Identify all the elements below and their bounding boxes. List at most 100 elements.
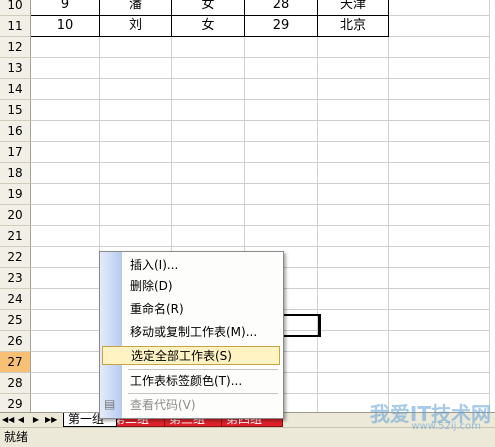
grid-cell[interactable]	[318, 142, 389, 163]
grid-cell[interactable]	[31, 289, 100, 310]
grid-cell[interactable]	[389, 142, 490, 163]
grid-cell[interactable]	[318, 121, 389, 142]
row-header[interactable]: 10	[0, 0, 31, 16]
grid-cell[interactable]	[245, 79, 318, 100]
grid-cell[interactable]	[389, 121, 490, 142]
grid-cell[interactable]	[31, 373, 100, 394]
grid-cell[interactable]	[31, 37, 100, 58]
grid-cell[interactable]: 28	[245, 0, 318, 16]
grid-cell[interactable]	[318, 289, 389, 310]
grid-cell[interactable]	[318, 247, 389, 268]
grid-cell[interactable]	[245, 142, 318, 163]
grid-cell[interactable]	[172, 100, 245, 121]
grid-cell[interactable]	[389, 184, 490, 205]
row-header[interactable]: 13	[0, 58, 31, 79]
grid-cell[interactable]	[389, 0, 490, 16]
menu-delete[interactable]: 删除(D)	[124, 277, 280, 296]
grid-cell[interactable]	[31, 184, 100, 205]
grid-cell[interactable]	[318, 37, 389, 58]
grid-cell[interactable]	[318, 184, 389, 205]
grid-cell[interactable]	[389, 226, 490, 247]
menu-move-copy[interactable]: 移动或复制工作表(M)...	[124, 323, 280, 342]
grid-cell[interactable]	[172, 226, 245, 247]
grid-cell[interactable]	[100, 205, 172, 226]
grid-cell[interactable]	[389, 352, 490, 373]
grid-cell[interactable]: 10	[31, 16, 100, 37]
grid-cell[interactable]	[31, 79, 100, 100]
grid-cell[interactable]	[31, 163, 100, 184]
grid-cell[interactable]	[389, 268, 490, 289]
row-header[interactable]: 16	[0, 121, 31, 142]
grid-cell[interactable]	[172, 58, 245, 79]
grid-cell[interactable]	[31, 205, 100, 226]
grid-cell[interactable]	[318, 100, 389, 121]
grid-cell[interactable]	[389, 100, 490, 121]
grid-cell[interactable]: 北京	[318, 16, 389, 37]
first-sheet-nav-icon[interactable]: ◀◀	[2, 414, 14, 426]
grid-cell[interactable]	[318, 373, 389, 394]
grid-cell[interactable]	[100, 184, 172, 205]
grid-cell[interactable]	[172, 142, 245, 163]
grid-cell[interactable]: 女	[172, 0, 245, 16]
menu-rename[interactable]: 重命名(R)	[124, 300, 280, 319]
grid-cell[interactable]	[389, 331, 490, 352]
row-header[interactable]: 18	[0, 163, 31, 184]
grid-cell[interactable]	[245, 184, 318, 205]
last-sheet-nav-icon[interactable]: ▶▶	[45, 414, 57, 426]
grid-cell[interactable]	[389, 373, 490, 394]
menu-view-code[interactable]: 查看代码(V)	[124, 396, 280, 415]
menu-insert[interactable]: 插入(I)...	[124, 256, 280, 275]
grid-cell[interactable]	[318, 205, 389, 226]
grid-cell[interactable]	[31, 121, 100, 142]
grid-cell[interactable]	[100, 79, 172, 100]
row-header[interactable]: 11	[0, 16, 31, 37]
grid-cell[interactable]	[245, 58, 318, 79]
grid-cell[interactable]	[172, 184, 245, 205]
grid-cell[interactable]	[389, 37, 490, 58]
row-header[interactable]: 29	[0, 394, 31, 412]
grid-cell[interactable]	[172, 121, 245, 142]
grid-cell[interactable]	[100, 37, 172, 58]
row-header[interactable]: 20	[0, 205, 31, 226]
grid-cell[interactable]	[245, 205, 318, 226]
grid-cell[interactable]	[31, 331, 100, 352]
grid-cell[interactable]: 女	[172, 16, 245, 37]
grid-cell[interactable]	[172, 163, 245, 184]
grid-cell[interactable]	[31, 58, 100, 79]
grid-cell[interactable]: 天津	[318, 0, 389, 16]
row-header[interactable]: 28	[0, 373, 31, 394]
row-header[interactable]: 17	[0, 142, 31, 163]
grid-cell[interactable]	[318, 163, 389, 184]
grid-cell[interactable]	[172, 79, 245, 100]
grid-cell[interactable]	[31, 394, 100, 412]
grid-cell[interactable]	[318, 226, 389, 247]
grid-cell[interactable]	[318, 352, 389, 373]
grid-cell[interactable]	[245, 37, 318, 58]
grid-cell[interactable]	[100, 226, 172, 247]
menu-tab-color[interactable]: 工作表标签颜色(T)...	[124, 372, 280, 391]
grid-cell[interactable]	[100, 58, 172, 79]
menu-select-all-sheets[interactable]: 选定全部工作表(S)	[102, 346, 280, 365]
grid-cell[interactable]	[31, 310, 100, 331]
grid-cell[interactable]	[172, 37, 245, 58]
grid-cell[interactable]	[389, 163, 490, 184]
grid-cell[interactable]	[389, 310, 490, 331]
row-header[interactable]: 19	[0, 184, 31, 205]
next-sheet-nav-icon[interactable]: ▶	[31, 414, 41, 426]
grid-cell[interactable]	[318, 58, 389, 79]
grid-cell[interactable]	[245, 121, 318, 142]
grid-cell[interactable]	[389, 79, 490, 100]
row-header[interactable]: 25	[0, 310, 31, 331]
grid-cell[interactable]: 潘	[100, 0, 172, 16]
grid-cell[interactable]	[31, 226, 100, 247]
grid-cell[interactable]	[318, 79, 389, 100]
grid-cell[interactable]	[100, 100, 172, 121]
grid-cell[interactable]	[31, 268, 100, 289]
grid-cell[interactable]	[31, 247, 100, 268]
row-header[interactable]: 12	[0, 37, 31, 58]
grid-cell[interactable]	[318, 310, 389, 331]
row-header[interactable]: 21	[0, 226, 31, 247]
grid-cell[interactable]	[389, 16, 490, 37]
grid-cell[interactable]: 9	[31, 0, 100, 16]
grid-cell[interactable]	[318, 331, 389, 352]
